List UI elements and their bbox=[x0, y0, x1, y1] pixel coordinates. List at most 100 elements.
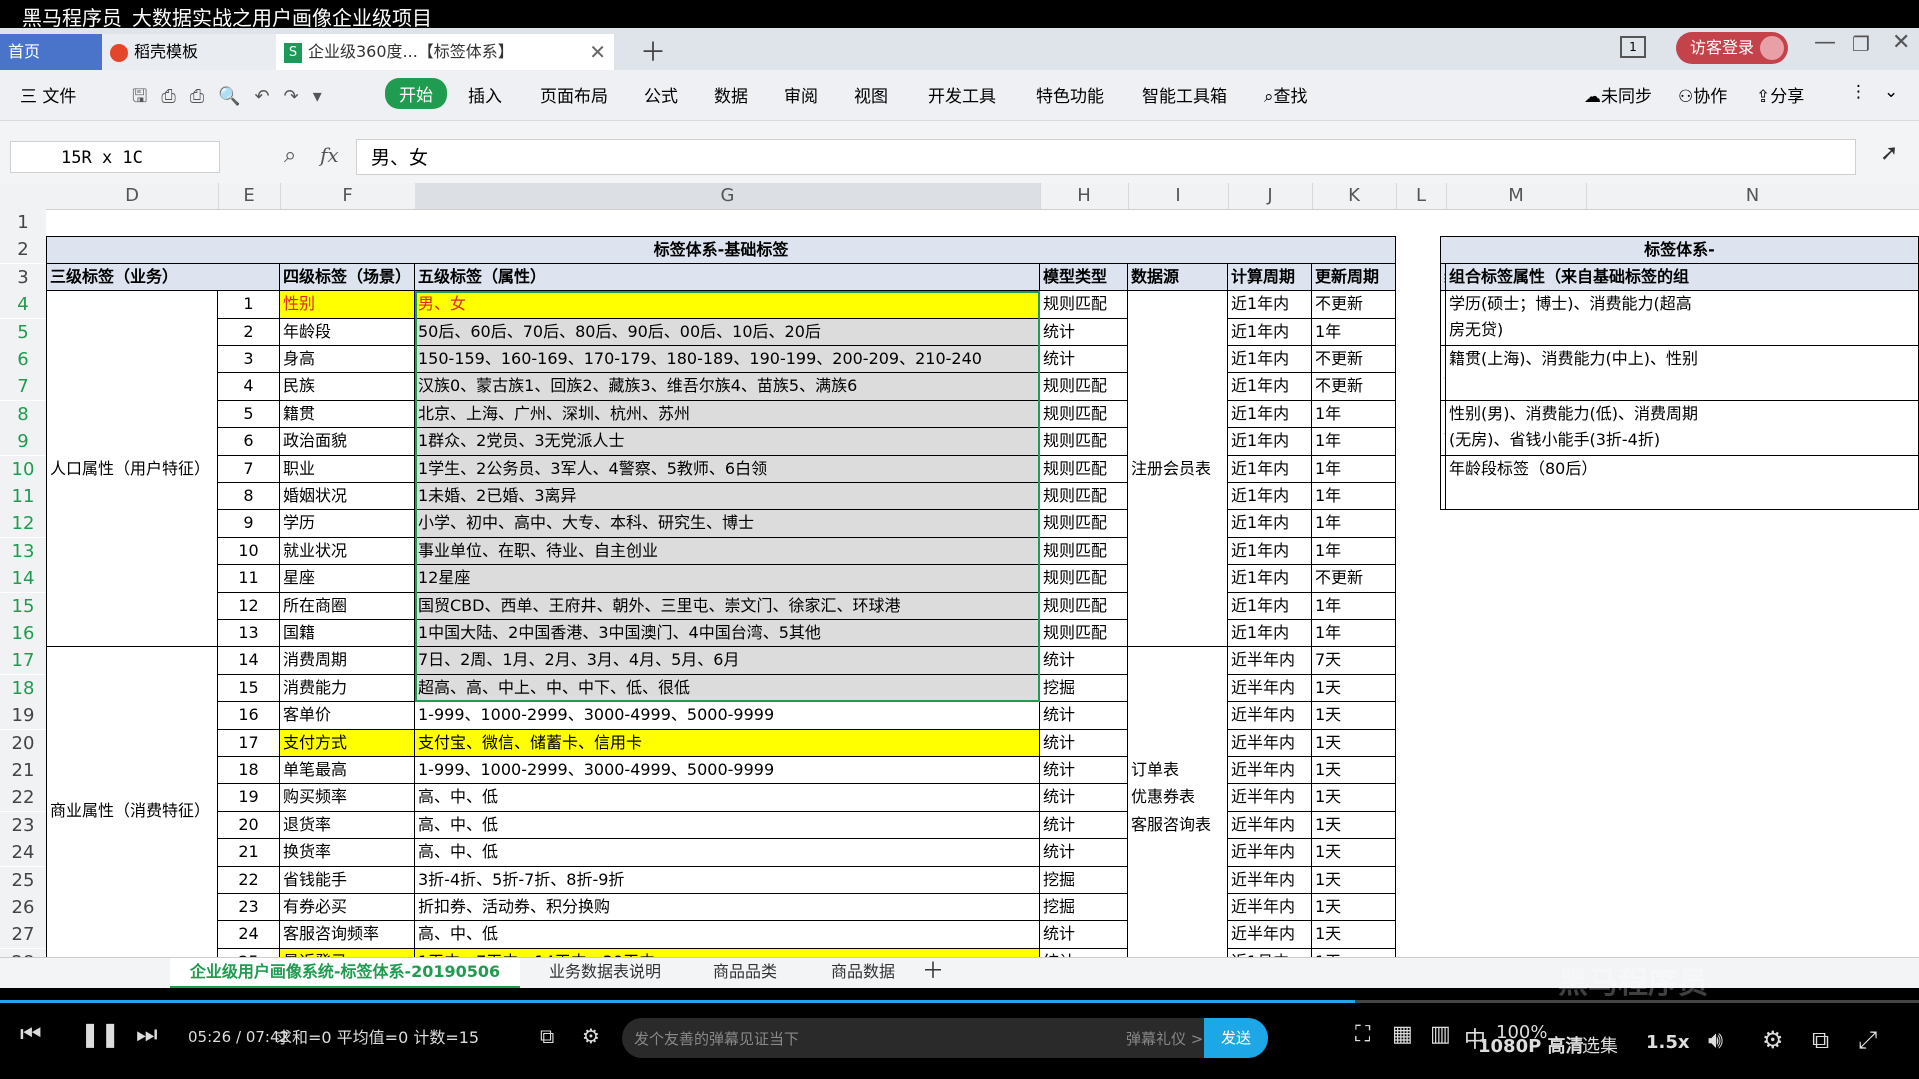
level4-tag[interactable]: 籍贯 bbox=[280, 401, 415, 428]
tab-docer[interactable]: 稻壳模板 bbox=[102, 34, 280, 70]
level5-attrs[interactable]: 高、中、低 bbox=[415, 812, 1040, 839]
row-number[interactable]: 25 bbox=[0, 867, 46, 894]
menu-developer[interactable]: 开发工具 bbox=[928, 82, 996, 107]
login-button[interactable]: 访客登录 bbox=[1676, 32, 1788, 64]
table-title[interactable]: 标签体系-基础标签 bbox=[46, 236, 1396, 264]
column-header-N[interactable]: N bbox=[1586, 183, 1919, 209]
minimize-icon[interactable]: — bbox=[1814, 30, 1836, 55]
model-type[interactable]: 统计 bbox=[1040, 757, 1128, 784]
calc-period[interactable]: 近1年内 bbox=[1228, 593, 1312, 620]
level4-tag[interactable]: 星座 bbox=[280, 565, 415, 593]
model-type[interactable]: 统计 bbox=[1040, 346, 1128, 373]
menu-file[interactable]: 三 文件 bbox=[20, 82, 76, 107]
calc-period[interactable]: 近1年内 bbox=[1228, 565, 1312, 593]
calc-period[interactable]: 近半年内 bbox=[1228, 894, 1312, 921]
sheet-tab-3[interactable]: 商品品类 bbox=[690, 958, 800, 986]
column-header-J[interactable]: J bbox=[1228, 183, 1313, 209]
model-type[interactable]: 统计 bbox=[1040, 812, 1128, 839]
calc-period[interactable]: 近半年内 bbox=[1228, 867, 1312, 894]
send-button[interactable]: 发送 bbox=[1204, 1018, 1268, 1058]
collab-button[interactable]: ⚇协作 bbox=[1678, 82, 1727, 107]
calc-period[interactable]: 近半年内 bbox=[1228, 839, 1312, 867]
level5-attrs[interactable]: 折扣券、活动券、积分换购 bbox=[415, 894, 1040, 921]
level5-attrs[interactable]: 50后、60后、70后、80后、90后、00后、10后、20后 bbox=[415, 319, 1040, 346]
update-period[interactable]: 1天 bbox=[1312, 757, 1396, 784]
column-header-D[interactable]: D bbox=[46, 183, 219, 209]
row-index[interactable]: 22 bbox=[218, 867, 280, 894]
settings-icon[interactable]: ⚙ bbox=[1762, 1026, 1784, 1054]
model-type[interactable]: 统计 bbox=[1040, 702, 1128, 730]
row-index[interactable]: 3 bbox=[218, 346, 280, 373]
header-3[interactable]: 模型类型 bbox=[1040, 264, 1128, 291]
calc-period[interactable]: 近半年内 bbox=[1228, 647, 1312, 675]
sync-status[interactable]: ☁未同步 bbox=[1584, 82, 1652, 107]
row-number[interactable]: 5 bbox=[0, 319, 46, 346]
model-type[interactable]: 规则匹配 bbox=[1040, 373, 1128, 401]
row-number[interactable]: 2 bbox=[0, 236, 46, 263]
header-2[interactable]: 五级标签（属性） bbox=[415, 264, 1040, 291]
model-type[interactable]: 统计 bbox=[1040, 319, 1128, 346]
level4-tag[interactable]: 客单价 bbox=[280, 702, 415, 730]
row-index[interactable]: 6 bbox=[218, 428, 280, 456]
quality-button[interactable]: 1080P 高清 bbox=[1478, 1032, 1584, 1058]
update-period[interactable]: 1天 bbox=[1312, 702, 1396, 730]
row-number[interactable]: 18 bbox=[0, 675, 46, 702]
level5-attrs[interactable]: 超高、高、中上、中、中下、低、很低 bbox=[415, 675, 1040, 702]
calc-period[interactable]: 近半年内 bbox=[1228, 730, 1312, 757]
sheet-tab-2[interactable]: 业务数据表说明 bbox=[530, 958, 680, 986]
danmaku-input[interactable]: 发个友善的弹幕见证当下 弹幕礼仪 > 发送 bbox=[622, 1018, 1268, 1058]
model-type[interactable]: 规则匹配 bbox=[1040, 291, 1128, 319]
danmaku-etiquette-link[interactable]: 弹幕礼仪 > bbox=[1126, 1028, 1203, 1049]
row-index[interactable]: 5 bbox=[218, 401, 280, 428]
level5-attrs[interactable]: 12星座 bbox=[415, 565, 1040, 593]
row-index[interactable]: 1 bbox=[218, 291, 280, 319]
calc-period[interactable]: 近1年内 bbox=[1228, 428, 1312, 456]
row-index[interactable]: 11 bbox=[218, 565, 280, 593]
update-period[interactable]: 1年 bbox=[1312, 510, 1396, 538]
combo-attrs[interactable]: 籍贯(上海)、消费能力(中上)、性别 bbox=[1446, 346, 1919, 401]
model-type[interactable]: 规则匹配 bbox=[1040, 538, 1128, 565]
row-number[interactable]: 8 bbox=[0, 401, 46, 428]
group-population[interactable]: 人口属性（用户特征） bbox=[46, 291, 218, 647]
share-button[interactable]: ⇪分享 bbox=[1756, 82, 1804, 107]
update-period[interactable]: 不更新 bbox=[1312, 373, 1396, 401]
level5-attrs[interactable]: 高、中、低 bbox=[415, 921, 1040, 949]
header-1[interactable]: 四级标签（场景） bbox=[280, 264, 415, 291]
row-index[interactable]: 19 bbox=[218, 784, 280, 812]
level4-tag[interactable]: 支付方式 bbox=[280, 730, 415, 757]
row-number[interactable]: 26 bbox=[0, 894, 46, 921]
row-index[interactable]: 7 bbox=[218, 456, 280, 483]
pip-icon[interactable]: ⧉ bbox=[1812, 1026, 1829, 1054]
level4-tag[interactable]: 国籍 bbox=[280, 620, 415, 647]
menu-search[interactable]: ⌕查找 bbox=[1264, 82, 1308, 107]
level4-tag[interactable]: 购买频率 bbox=[280, 784, 415, 812]
update-period[interactable]: 1天 bbox=[1312, 675, 1396, 702]
level4-tag[interactable]: 退货率 bbox=[280, 812, 415, 839]
row-index[interactable]: 13 bbox=[218, 620, 280, 647]
level5-attrs[interactable]: 事业单位、在职、待业、自主创业 bbox=[415, 538, 1040, 565]
row-number[interactable]: 4 bbox=[0, 291, 46, 318]
level5-attrs[interactable]: 1未婚、2已婚、3离异 bbox=[415, 483, 1040, 510]
model-type[interactable]: 规则匹配 bbox=[1040, 620, 1128, 647]
row-number[interactable]: 19 bbox=[0, 702, 46, 729]
danmaku-settings-icon[interactable]: ⚙ bbox=[582, 1024, 600, 1048]
column-header-K[interactable]: K bbox=[1312, 183, 1397, 209]
column-header-F[interactable]: F bbox=[280, 183, 416, 209]
row-number[interactable]: 11 bbox=[0, 483, 46, 510]
level4-tag[interactable]: 消费周期 bbox=[280, 647, 415, 675]
level5-attrs[interactable]: 1学生、2公务员、3军人、4警察、5教师、6白领 bbox=[415, 456, 1040, 483]
level4-tag[interactable]: 单笔最高 bbox=[280, 757, 415, 784]
update-period[interactable]: 不更新 bbox=[1312, 565, 1396, 593]
row-number[interactable]: 12 bbox=[0, 510, 46, 537]
column-header-H[interactable]: H bbox=[1040, 183, 1129, 209]
level5-attrs[interactable]: 男、女 bbox=[415, 291, 1040, 319]
model-type[interactable]: 统计 bbox=[1040, 647, 1128, 675]
update-period[interactable]: 1年 bbox=[1312, 483, 1396, 510]
table2-header-1[interactable]: 组合标签属性（来自基础标签的组 bbox=[1446, 264, 1919, 291]
level4-tag[interactable]: 婚姻状况 bbox=[280, 483, 415, 510]
menu-formulas[interactable]: 公式 bbox=[644, 82, 678, 107]
level4-tag[interactable]: 身高 bbox=[280, 346, 415, 373]
update-period[interactable]: 7天 bbox=[1312, 647, 1396, 675]
model-type[interactable]: 规则匹配 bbox=[1040, 483, 1128, 510]
calc-period[interactable]: 近1年内 bbox=[1228, 620, 1312, 647]
